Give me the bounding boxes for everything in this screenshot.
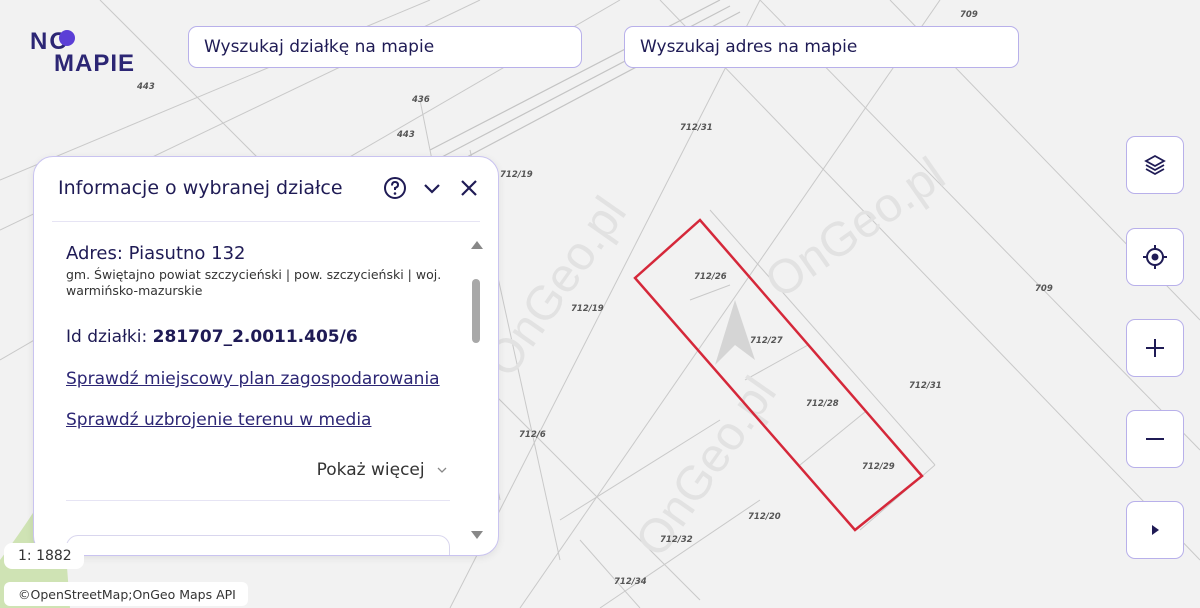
parcel-admin-area: gm. Świętajno powiat szczycieński | pow.… [66, 267, 442, 298]
parcel-search-input[interactable]: Wyszukaj działkę na mapie [188, 26, 582, 68]
zoom-out-icon [1146, 438, 1164, 440]
zoom-out-button[interactable] [1126, 410, 1184, 468]
parcel-id-label: Id działki: [66, 327, 148, 347]
close-icon[interactable] [456, 175, 482, 201]
locate-button[interactable] [1126, 228, 1184, 286]
scrollbar-thumb[interactable] [472, 279, 480, 343]
show-more-button[interactable]: Pokaż więcej [317, 460, 448, 480]
address-search-input[interactable]: Wyszukaj adres na mapie [624, 26, 1019, 68]
parcel-id-row: Id działki: 281707_2.0011.405/6 [66, 327, 358, 347]
parcel-label: 709 [1035, 284, 1053, 294]
chevron-down-icon [437, 467, 447, 473]
parcel-label: 712/31 [680, 123, 713, 133]
content-divider [66, 500, 450, 501]
locate-icon [1143, 245, 1167, 269]
parcel-label: 712/31 [909, 381, 942, 391]
parcel-label: 712/32 [660, 535, 693, 545]
logo[interactable]: NO MAPIE [30, 28, 150, 78]
parcel-label: 712/34 [614, 577, 647, 587]
show-more-label: Pokaż więcej [316, 460, 425, 480]
parcel-address: Adres: Piasutno 132 [66, 243, 246, 264]
parcel-label: 712/27 [750, 336, 783, 346]
parcel-label: 712/19 [571, 304, 604, 314]
zoning-plan-link[interactable]: Sprawdź miejscowy plan zagospodarowania [66, 369, 440, 389]
panel-title: Informacje o wybranej działce [58, 177, 343, 199]
parcel-info-panel: Informacje o wybranej działce Adres: Pia… [33, 156, 499, 556]
parcel-label: 712/26 [694, 272, 727, 282]
layers-button[interactable] [1126, 136, 1184, 194]
scroll-up-arrow[interactable] [471, 241, 483, 249]
zoom-in-button[interactable] [1126, 319, 1184, 377]
expand-icon [1152, 525, 1159, 535]
parcel-label: 712/19 [500, 170, 533, 180]
parcel-label: 443 [136, 82, 155, 92]
header-divider [52, 221, 480, 222]
panel-bottom-box [66, 535, 450, 555]
utilities-link[interactable]: Sprawdź uzbrojenie terenu w media [66, 410, 371, 430]
parcel-label: 709 [960, 10, 978, 20]
collapse-chevron-icon[interactable] [419, 175, 445, 201]
map-scale: 1: 1882 [4, 543, 84, 569]
parcel-label: 712/20 [748, 512, 781, 522]
zoom-in-icon [1146, 339, 1164, 357]
parcel-label: 443 [396, 130, 415, 140]
parcel-id-value: 281707_2.0011.405/6 [152, 327, 358, 347]
address-search-placeholder: Wyszukaj adres na mapie [640, 37, 858, 57]
logo-mapie: MAPIE [54, 50, 136, 77]
scroll-down-arrow[interactable] [471, 531, 483, 539]
layers-icon [1144, 154, 1166, 176]
parcel-label: 712/29 [862, 462, 895, 472]
logo-pin-icon [59, 30, 75, 46]
parcel-label: 436 [411, 95, 430, 105]
expand-button[interactable] [1126, 501, 1184, 559]
parcel-label: 712/6 [519, 430, 546, 440]
help-icon[interactable] [382, 175, 408, 201]
map-attribution[interactable]: ©OpenStreetMap;OnGeo Maps API [4, 582, 248, 606]
parcel-label: 712/28 [806, 399, 839, 409]
parcel-search-placeholder: Wyszukaj działkę na mapie [204, 37, 435, 57]
